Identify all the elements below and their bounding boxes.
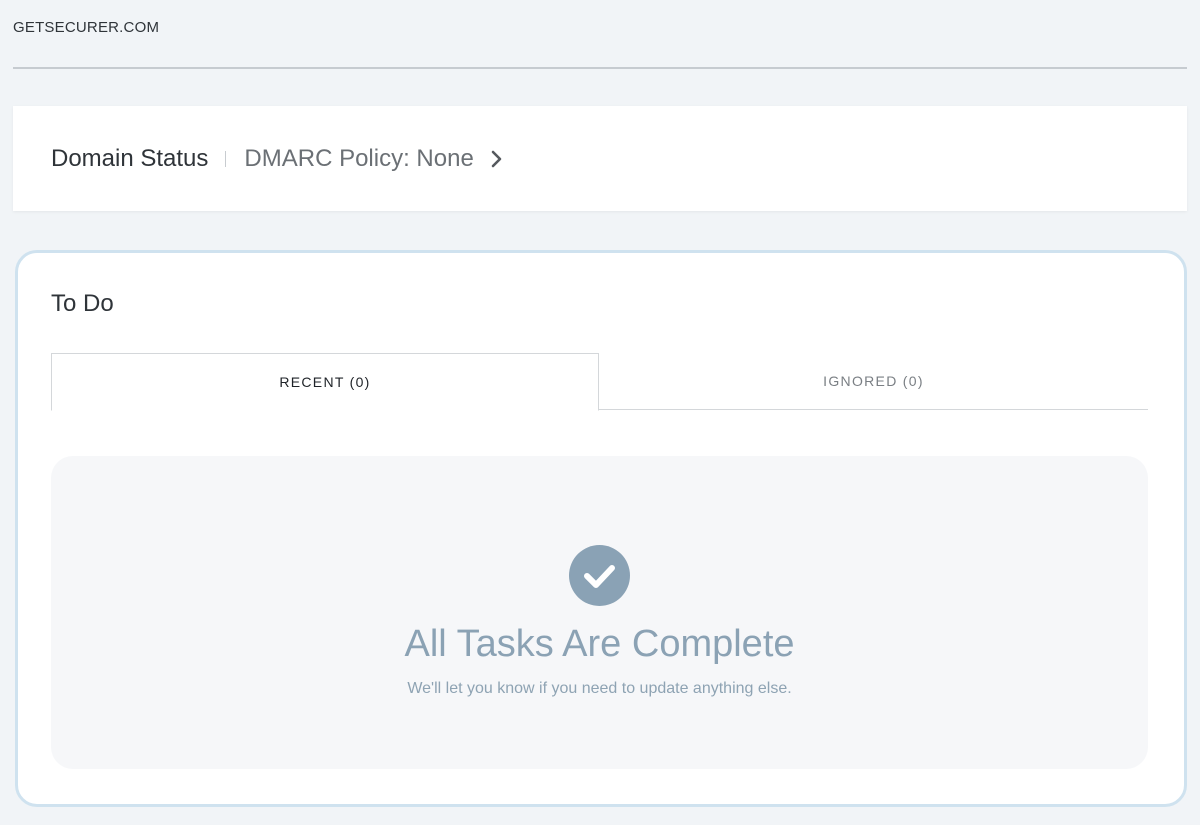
dmarc-policy-link[interactable]: DMARC Policy: None	[244, 145, 473, 173]
tab-recent[interactable]: RECENT (0)	[51, 353, 599, 411]
site-header: GETSECURER.COM	[13, 0, 1187, 69]
empty-state-panel: All Tasks Are Complete We'll let you kno…	[51, 456, 1148, 769]
domain-status-row: Domain Status DMARC Policy: None	[51, 106, 504, 211]
todo-tabs: RECENT (0) IGNORED (0)	[51, 353, 1148, 411]
status-divider	[225, 150, 227, 167]
todo-title: To Do	[51, 290, 114, 317]
todo-card: To Do RECENT (0) IGNORED (0) All Tasks A…	[15, 250, 1187, 807]
empty-state-title: All Tasks Are Complete	[404, 623, 795, 665]
tab-ignored[interactable]: IGNORED (0)	[599, 353, 1148, 409]
chevron-right-icon[interactable]	[490, 149, 504, 169]
tab-recent-label: RECENT (0)	[279, 374, 371, 390]
check-circle-icon	[569, 545, 630, 606]
tab-ignored-label: IGNORED (0)	[823, 373, 924, 389]
site-name: GETSECURER.COM	[13, 19, 160, 36]
empty-state-subtitle: We'll let you know if you need to update…	[407, 680, 792, 697]
domain-status-card: Domain Status DMARC Policy: None	[13, 106, 1187, 211]
domain-status-title: Domain Status	[51, 144, 209, 172]
